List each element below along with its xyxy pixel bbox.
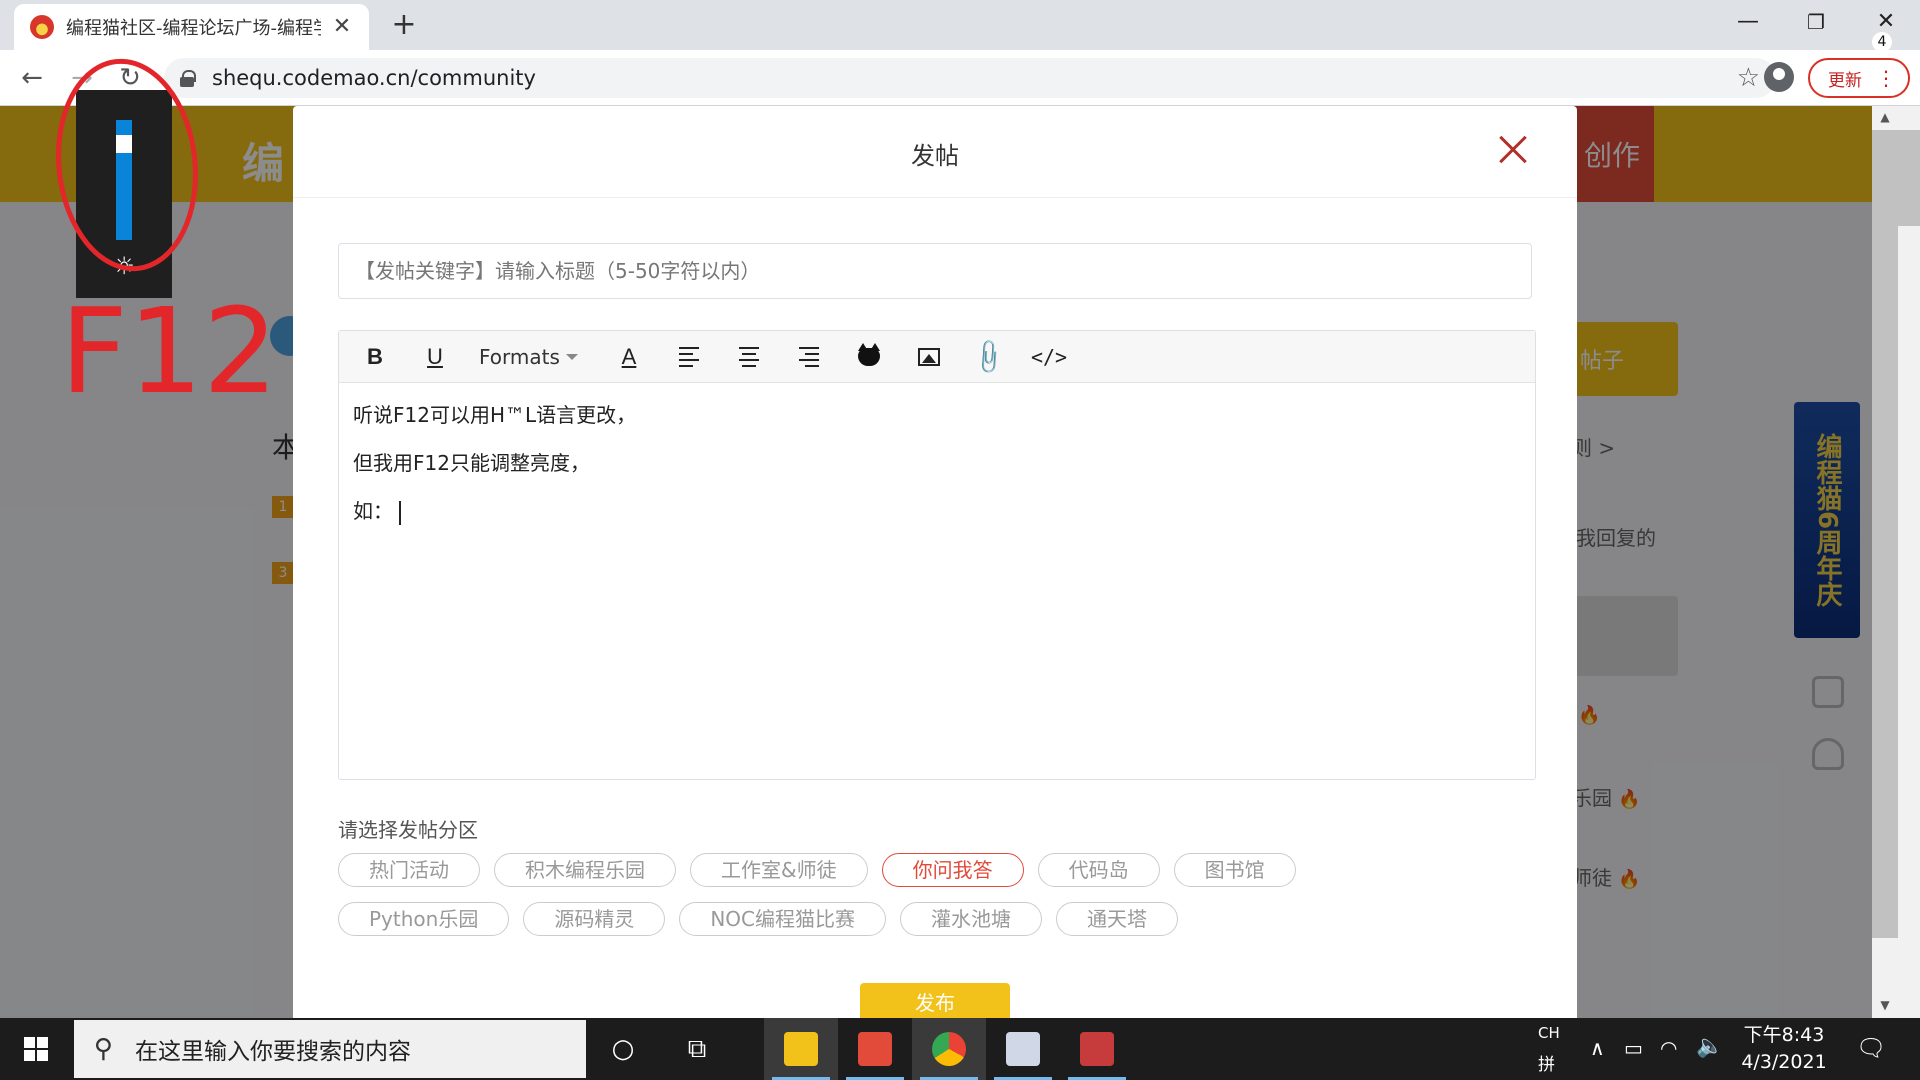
paint-logo-icon xyxy=(1006,1032,1040,1066)
editor-toolbar: B U Formats A 📎 </> xyxy=(339,331,1535,383)
editor-paragraph: 如： xyxy=(353,497,636,545)
task-view-icon[interactable]: ⧉ xyxy=(660,1018,734,1080)
chrome-logo-icon xyxy=(932,1032,966,1066)
category-chips-row: 热门活动 积木编程乐园 工作室&师徒 你问我答 代码岛 图书馆 xyxy=(338,853,1296,887)
address-bar[interactable]: shequ.codemao.cn/community ☆ xyxy=(164,58,1776,98)
notification-count-badge: 4 xyxy=(1872,32,1892,52)
system-clock[interactable]: 下午8:43 4/3/2021 xyxy=(1736,1022,1832,1076)
chrome-icon[interactable] xyxy=(912,1018,986,1080)
taskbar-search-placeholder: 在这里输入你要搜索的内容 xyxy=(135,1039,412,1065)
category-chip[interactable]: NOC编程猫比赛 xyxy=(679,902,886,936)
more-menu-icon[interactable]: ⋮ xyxy=(1876,66,1896,90)
battery-icon[interactable]: ▭ xyxy=(1624,1036,1643,1060)
codemao-app-icon[interactable] xyxy=(838,1018,912,1080)
cortana-icon[interactable]: ○ xyxy=(586,1018,660,1080)
maximize-button[interactable]: ❐ xyxy=(1782,0,1850,44)
update-button[interactable]: 更新 ⋮ xyxy=(1808,58,1910,98)
editor-content[interactable]: 听说F12可以用H™L语言更改， 但我用F12只能调整亮度， 如： xyxy=(353,401,636,545)
category-chips-row: Python乐园 源码精灵 NOC编程猫比赛 灌水池塘 通天塔 xyxy=(338,902,1178,936)
tab-close-icon[interactable]: ✕ xyxy=(329,14,355,40)
align-center-icon xyxy=(739,346,759,367)
code-view-button[interactable]: </> xyxy=(1025,337,1073,377)
scroll-down-arrow-icon[interactable]: ▼ xyxy=(1874,998,1896,1018)
editor-paragraph: 但我用F12只能调整亮度， xyxy=(353,451,590,475)
category-chip[interactable]: Python乐园 xyxy=(338,902,510,936)
text-cursor xyxy=(399,500,401,525)
post-dialog: 发帖 B U Formats A 📎 </> xyxy=(293,106,1577,1018)
profile-avatar-icon[interactable] xyxy=(1764,62,1794,92)
ime-mode[interactable]: 拼 xyxy=(1538,1050,1555,1075)
rich-text-editor: B U Formats A 📎 </> 听说F12可以用H™L语言更改， 但我用… xyxy=(338,330,1536,780)
scissors-icon xyxy=(1080,1032,1114,1066)
align-left-icon xyxy=(679,346,699,367)
attach-file-button[interactable]: 📎 xyxy=(965,336,1013,377)
annotation-text: F12 xyxy=(60,282,278,420)
scroll-up-arrow-icon[interactable]: ▲ xyxy=(1874,110,1896,130)
taskbar-search-box[interactable]: ⚲ 在这里输入你要搜索的内容 xyxy=(74,1020,586,1078)
codemao-logo-icon xyxy=(858,1032,892,1066)
bookmark-star-icon[interactable]: ☆ xyxy=(1737,63,1760,93)
chevron-down-icon xyxy=(565,353,578,360)
image-icon xyxy=(918,347,940,366)
bold-button[interactable]: B xyxy=(351,337,399,377)
volume-icon[interactable]: 🔈 xyxy=(1696,1034,1723,1059)
notification-center-icon[interactable]: 🗨 xyxy=(1856,1034,1886,1064)
category-chip[interactable]: 热门活动 xyxy=(338,853,480,887)
publish-button[interactable]: 发布 xyxy=(860,983,1010,1018)
category-chip[interactable]: 工作室&师徒 xyxy=(690,853,868,887)
category-chip[interactable]: 源码精灵 xyxy=(523,902,666,936)
editor-paragraph-text: 如： xyxy=(353,499,393,523)
align-right-button[interactable] xyxy=(785,337,833,377)
scrollbar-thumb-secondary[interactable] xyxy=(1898,130,1920,226)
font-color-button[interactable]: A xyxy=(605,337,653,377)
emoji-button[interactable] xyxy=(845,337,893,377)
file-explorer-icon[interactable] xyxy=(764,1018,838,1080)
category-chip[interactable]: 图书馆 xyxy=(1173,853,1296,887)
editor-paragraph: 听说F12可以用H™L语言更改， xyxy=(353,403,637,427)
paint-app-icon[interactable] xyxy=(986,1018,1060,1080)
chevron-up-icon[interactable]: ∧ xyxy=(1590,1036,1605,1060)
new-tab-button[interactable]: + xyxy=(388,10,420,42)
wifi-icon[interactable]: ◠ xyxy=(1660,1036,1677,1060)
snipping-tool-icon[interactable] xyxy=(1060,1018,1134,1080)
cat-face-icon xyxy=(858,342,880,366)
search-icon: ⚲ xyxy=(94,1034,114,1064)
align-center-button[interactable] xyxy=(725,337,773,377)
paperclip-icon: 📎 xyxy=(968,336,1010,377)
folder-icon xyxy=(784,1032,818,1066)
category-chip[interactable]: 你问我答 xyxy=(881,853,1024,887)
formats-dropdown[interactable]: Formats xyxy=(471,337,581,377)
category-chip[interactable]: 灌水池塘 xyxy=(900,902,1042,936)
clock-date: 4/3/2021 xyxy=(1741,1051,1827,1073)
category-chip[interactable]: 积木编程乐园 xyxy=(494,853,676,887)
minimize-button[interactable]: — xyxy=(1714,0,1782,44)
dialog-title: 发帖 xyxy=(911,142,959,170)
category-chip[interactable]: 通天塔 xyxy=(1056,902,1178,936)
clock-time: 下午8:43 xyxy=(1743,1024,1825,1046)
formats-label: Formats xyxy=(479,344,560,369)
windows-logo-icon xyxy=(24,1037,48,1061)
category-section-label: 请选择发帖分区 xyxy=(338,818,478,842)
ime-language[interactable]: CH xyxy=(1538,1024,1560,1042)
red-circle-mark xyxy=(56,58,198,272)
category-chip[interactable]: 代码岛 xyxy=(1037,853,1160,887)
windows-taskbar: ⚲ 在这里输入你要搜索的内容 ○ ⧉ CH 拼 ∧ ▭ ◠ 🔈 下午8:43 4… xyxy=(0,1018,1920,1080)
align-left-button[interactable] xyxy=(665,337,713,377)
dialog-close-icon[interactable] xyxy=(1493,130,1533,170)
align-right-icon xyxy=(799,346,819,367)
update-label: 更新 xyxy=(1828,70,1862,91)
insert-image-button[interactable] xyxy=(905,337,953,377)
post-title-input[interactable] xyxy=(338,243,1532,299)
handwritten-annotation: F12 xyxy=(56,58,278,420)
scrollbar-thumb[interactable] xyxy=(1872,130,1898,938)
start-button[interactable] xyxy=(0,1018,72,1080)
underline-button[interactable]: U xyxy=(411,337,459,377)
dialog-header: 发帖 xyxy=(293,106,1577,198)
